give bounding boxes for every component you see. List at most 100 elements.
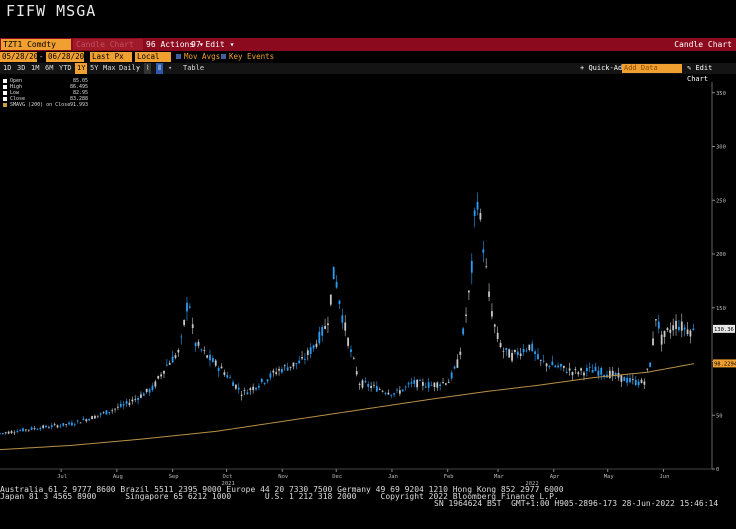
tab-5y[interactable]: 5Y: [90, 63, 98, 74]
tab-ytd[interactable]: YTD: [59, 63, 72, 74]
candle-body: [542, 360, 545, 362]
candle-body: [522, 348, 525, 353]
candle-body: [401, 389, 404, 392]
candle-body: [473, 210, 476, 216]
legend-label: SMAVG (200) on Close: [10, 102, 71, 108]
y-tick-label: 250: [716, 198, 726, 204]
candle-body: [295, 363, 298, 365]
currency-field[interactable]: Local CCY: [135, 52, 171, 71]
table-button[interactable]: Table: [183, 63, 204, 74]
candle-body: [585, 368, 588, 372]
candle-body: [220, 366, 223, 369]
x-tick-label: Jul: [57, 474, 67, 480]
candle-body: [364, 381, 367, 383]
candle-body: [361, 380, 364, 388]
candle-body: [459, 351, 462, 355]
candle-body: [554, 365, 557, 367]
line-chart-icon[interactable]: ⌇: [144, 63, 152, 74]
candle-body: [562, 365, 565, 368]
add-data-input[interactable]: Add Data: [622, 64, 682, 73]
candle-body: [160, 374, 162, 377]
chevron-down-icon: ▾: [168, 64, 173, 72]
candle-body: [551, 361, 554, 366]
candle-body: [594, 366, 597, 371]
candle-body: [240, 394, 243, 396]
candle-body: [680, 321, 683, 331]
key-events-checkbox[interactable]: [221, 54, 226, 59]
candle-body: [217, 368, 220, 371]
legend-swatch: [3, 96, 7, 101]
candle-body: [424, 386, 427, 388]
candle-body: [404, 386, 407, 388]
candle-body: [519, 353, 522, 356]
tab-1y[interactable]: 1Y: [75, 63, 88, 74]
candle-body: [375, 386, 378, 392]
candle-body: [453, 366, 456, 369]
candle-body: [692, 328, 695, 331]
candle-body: [4, 432, 7, 434]
candle-body: [48, 427, 50, 429]
edit-menu[interactable]: 97 Edit ▾: [191, 39, 234, 50]
candle-body: [560, 363, 562, 367]
candle-body: [447, 381, 450, 383]
x-tick-label: Oct: [223, 474, 233, 480]
mov-avgs-checkbox[interactable]: [176, 54, 181, 59]
edit-label: Edit: [205, 40, 225, 49]
candle-body: [30, 427, 33, 430]
tab-1d[interactable]: 1D: [3, 63, 11, 74]
candle-body: [88, 419, 91, 421]
candle-body: [191, 324, 194, 329]
candle-body: [145, 388, 148, 392]
candle-body: [355, 371, 358, 375]
candle-chart-icon[interactable]: ⦀: [156, 63, 164, 74]
candle-body: [306, 350, 309, 356]
last-price-label: 130.36: [714, 327, 734, 333]
start-date-field[interactable]: 05/28/2021: [0, 52, 47, 62]
tab-max[interactable]: Max: [103, 63, 116, 74]
candle-body: [0, 433, 1, 435]
candle-body: [378, 389, 381, 391]
candle-body: [643, 381, 646, 385]
x-tick-label: Aug: [113, 474, 123, 480]
chart-type-field[interactable]: Candle Chart: [73, 39, 143, 50]
candle-body: [194, 342, 197, 347]
price-chart[interactable]: 050100150200250300350JulAugSepOctNovDecJ…: [0, 74, 736, 489]
candle-body: [534, 351, 536, 355]
candle-body: [416, 379, 419, 388]
candle-body: [689, 330, 692, 337]
candle-body: [16, 431, 19, 433]
x-tick-label: Dec: [332, 474, 342, 480]
y-tick-label: 0: [716, 467, 719, 473]
candle-body: [91, 416, 93, 420]
candle-body: [206, 355, 209, 358]
candle-body: [298, 360, 301, 364]
candle-body: [675, 320, 677, 329]
tab-6m[interactable]: 6M: [45, 63, 53, 74]
candle-body: [214, 360, 217, 366]
tab-3d[interactable]: 3D: [17, 63, 25, 74]
candle-body: [232, 382, 234, 387]
candle-body: [430, 384, 433, 386]
candle-body: [309, 347, 312, 354]
price-field[interactable]: Last Px: [90, 52, 132, 62]
candle-body: [652, 338, 654, 346]
candle-body: [42, 425, 45, 428]
candle-body: [7, 431, 10, 434]
candle-body: [19, 430, 22, 432]
end-date-field[interactable]: 06/28/2022: [46, 52, 93, 62]
tab-1m[interactable]: 1M: [31, 63, 39, 74]
ticker-field[interactable]: TZT1 Comdty: [1, 39, 71, 50]
x-tick-label: Sep: [169, 474, 179, 480]
candle-body: [646, 368, 649, 370]
candle-body: [370, 385, 373, 388]
chevron-down-icon: ▾: [229, 40, 235, 49]
candle-body: [456, 359, 459, 368]
candle-body: [488, 291, 490, 297]
x-tick-label: Jan: [388, 474, 398, 480]
candle-body: [583, 372, 585, 376]
candle-body: [384, 393, 387, 394]
footer-line-3: SN 1964624 BST GMT+1:00 H905-2896-173 28…: [434, 499, 719, 508]
candle-body: [50, 425, 53, 428]
candle-body: [266, 379, 269, 382]
candle-body: [634, 379, 637, 386]
